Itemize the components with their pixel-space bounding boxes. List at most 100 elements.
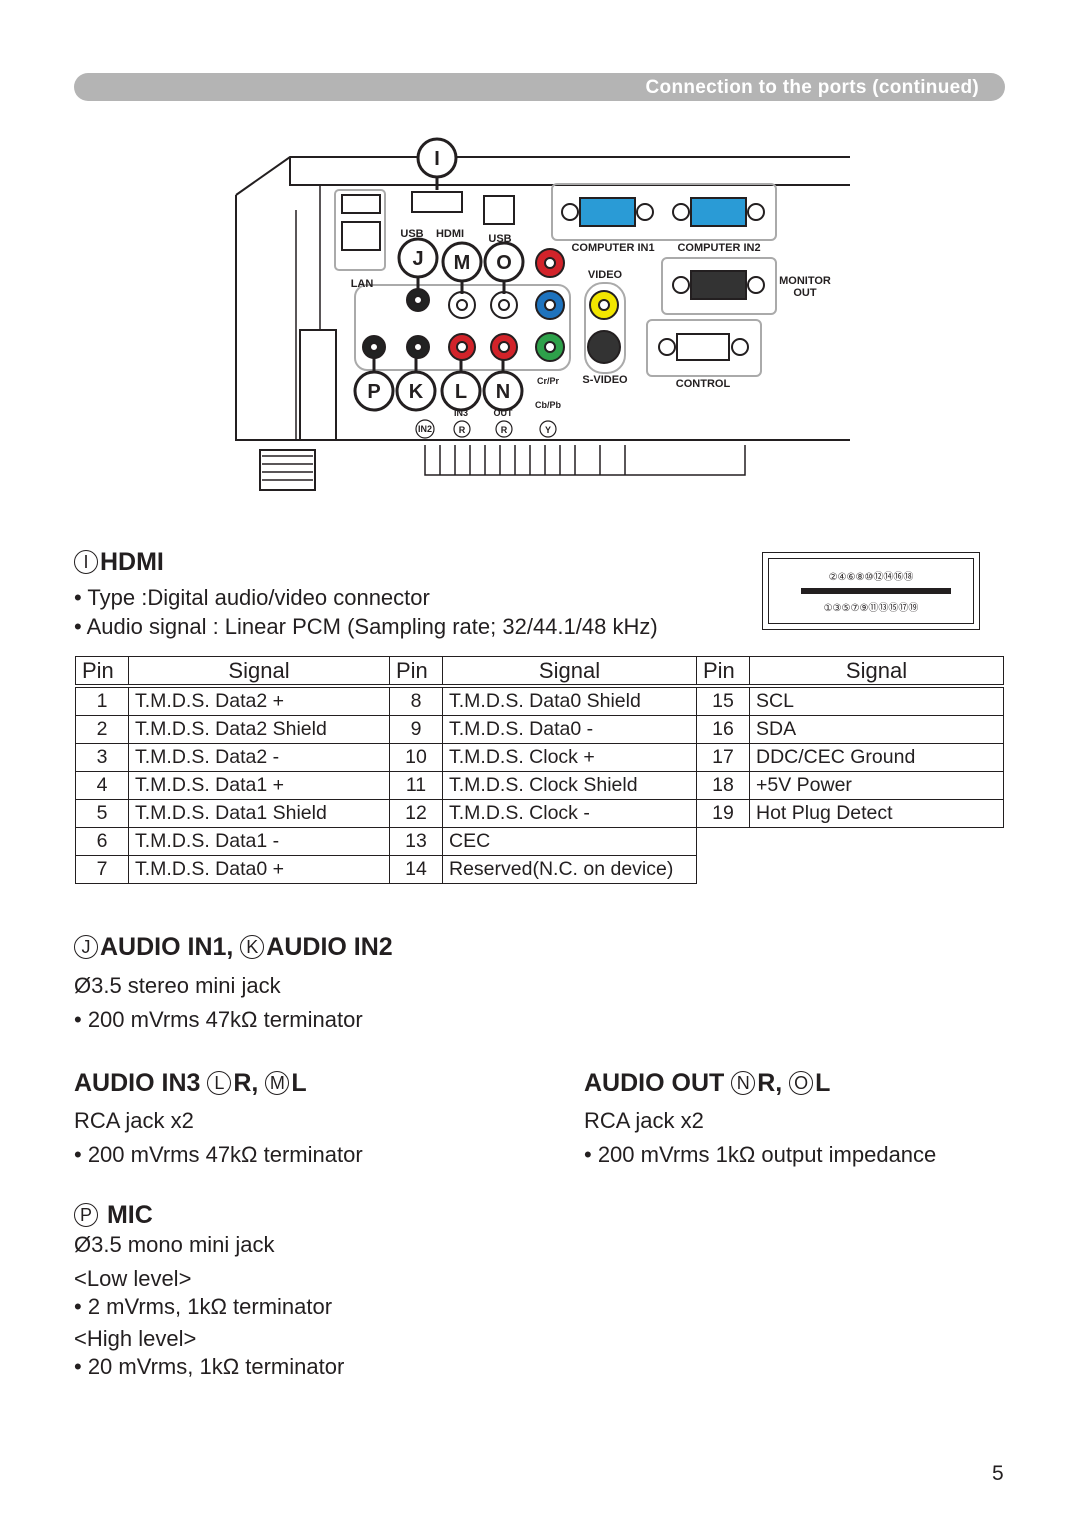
pin-cell xyxy=(697,828,750,856)
signal-cell: T.M.D.S. Data1 - xyxy=(128,827,390,856)
spec-line: • 200 mVrms 47kΩ terminator xyxy=(74,1142,363,1167)
mic-heading: P MIC xyxy=(74,1201,153,1230)
table-row: 7 T.M.D.S. Data0 +14 Reserved(N.C. on devi… xyxy=(75,855,1004,884)
lan-port-icon xyxy=(341,221,381,251)
heading-text: AUDIO IN2 xyxy=(266,933,393,961)
hdmi-bullet: • Audio signal : Linear PCM (Sampling ra… xyxy=(74,614,658,639)
port-label: S-VIDEO xyxy=(582,374,628,386)
hdmi-bullet: • Type :Digital audio/video connector xyxy=(74,585,430,610)
signal-cell: +5V Power xyxy=(749,771,1004,800)
callout-letter: M xyxy=(265,1071,290,1095)
projector-rear-panel-diagram: I J M O P K L N USB HDMI USB LAN COMPUTE… xyxy=(235,137,850,491)
signal-cell: T.M.D.S. Data2 - xyxy=(128,743,390,772)
port-label: USB xyxy=(400,228,423,240)
table-row: 4 T.M.D.S. Data1 +11 T.M.D.S. Clock Shield… xyxy=(75,771,1004,800)
table-row: 6 T.M.D.S. Data1 -13 CEC xyxy=(75,827,1004,856)
callout-letter: J xyxy=(74,935,98,959)
pin-cell: 9 xyxy=(389,715,443,744)
signal-cell: T.M.D.S. Data0 + xyxy=(128,855,390,884)
heading-text: R, xyxy=(757,1069,790,1097)
section-header-bar: Connection to the ports (continued) xyxy=(74,73,1005,101)
pin-cell: 10 xyxy=(389,743,443,772)
callout-label: K xyxy=(409,381,424,403)
port-label: Cr/Pr xyxy=(537,376,560,386)
heading-text: R, xyxy=(233,1069,266,1097)
column-header: Signal xyxy=(442,656,697,688)
port-label: R xyxy=(459,425,466,435)
callout-label: L xyxy=(455,381,467,403)
heading-text: MIC xyxy=(100,1201,153,1229)
port-label: CONTROL xyxy=(676,378,731,390)
callout-letter: L xyxy=(207,1071,232,1095)
port-label: MONITOR xyxy=(779,275,831,287)
column-header: Signal xyxy=(128,656,390,688)
heading-text: L xyxy=(291,1069,307,1097)
pin-cell: 19 xyxy=(696,799,750,828)
page-number: 5 xyxy=(992,1462,1004,1485)
spec-line: • 2 mVrms, 1kΩ terminator xyxy=(74,1294,333,1319)
callout-letter: N xyxy=(731,1071,756,1095)
section-header-title: Connection to the ports (continued) xyxy=(645,77,979,98)
spec-line: <Low level> xyxy=(74,1266,192,1291)
signal-cell xyxy=(750,828,1004,856)
pin-numbers-bottom: ①③⑤⑦⑨⑪⑬⑮⑰⑲ xyxy=(823,603,919,614)
port-label: VIDEO xyxy=(588,269,623,281)
pin-cell: 7 xyxy=(75,855,129,884)
port-label: HDMI xyxy=(436,228,464,240)
hdmi-pin-table: Pin Signal Pin Signal Pin Signal 1 T.M.D.… xyxy=(75,656,1004,884)
column-header: Pin xyxy=(696,656,750,688)
hdmi-connector-pinout-icon: ②④⑥⑧⑩⑫⑭⑯⑱ ①③⑤⑦⑨⑪⑬⑮⑰⑲ xyxy=(762,552,980,630)
spec-line: • 200 mVrms 1kΩ output impedance xyxy=(584,1142,937,1167)
signal-cell: DDC/CEC Ground xyxy=(749,743,1004,772)
pin-cell: 3 xyxy=(75,743,129,772)
vent-grille xyxy=(424,445,746,476)
spec-line: • 200 mVrms 47kΩ terminator xyxy=(74,1007,363,1032)
port-label: OUT xyxy=(494,408,514,418)
callout-letter: P xyxy=(74,1203,98,1227)
spec-line: RCA jack x2 xyxy=(74,1108,194,1133)
spec-line: <High level> xyxy=(74,1326,197,1351)
signal-cell: T.M.D.S. Data2 Shield xyxy=(128,715,390,744)
callout-label: M xyxy=(454,252,471,274)
signal-cell: T.M.D.S. Clock - xyxy=(442,799,697,828)
hdmi-heading: I HDMI xyxy=(74,548,164,577)
pin-cell: 15 xyxy=(696,685,750,716)
pin-cell: 12 xyxy=(389,799,443,828)
usb-a-port-icon xyxy=(341,194,381,214)
heading-text: L xyxy=(815,1069,831,1097)
port-label: COMPUTER IN2 xyxy=(677,242,760,254)
callout-letter: O xyxy=(789,1071,814,1095)
signal-cell: Reserved(N.C. on device) xyxy=(442,855,697,884)
callout-letter: I xyxy=(74,550,98,574)
port-label: COMPUTER IN1 xyxy=(571,242,654,254)
heading-text: AUDIO IN1, xyxy=(100,933,241,961)
port-label: R xyxy=(501,425,508,435)
heading-text: AUDIO OUT xyxy=(584,1069,732,1097)
port-label: IN3 xyxy=(454,408,468,418)
table-row: 2 T.M.D.S. Data2 Shield 9 T.M.D.S. Data0 -1… xyxy=(75,715,1004,744)
pin-cell: 2 xyxy=(75,715,129,744)
callout-label: J xyxy=(412,248,423,270)
signal-cell: T.M.D.S. Data1 Shield xyxy=(128,799,390,828)
port-label: OUT xyxy=(793,287,817,299)
audio-in1-in2-heading: J AUDIO IN1, K AUDIO IN2 xyxy=(74,933,393,962)
callout-label: P xyxy=(367,381,380,403)
spec-line: Ø3.5 stereo mini jack xyxy=(74,973,281,998)
pin-cell: 4 xyxy=(75,771,129,800)
heading-text: HDMI xyxy=(100,548,164,576)
port-label: IN2 xyxy=(418,424,432,434)
signal-cell: T.M.D.S. Data0 - xyxy=(442,715,697,744)
signal-cell xyxy=(750,856,1004,884)
port-label: Cb/Pb xyxy=(535,400,562,410)
pin-cell xyxy=(697,856,750,884)
signal-cell: SDA xyxy=(749,715,1004,744)
signal-cell: T.M.D.S. Data2 + xyxy=(128,685,390,716)
callout-label: I xyxy=(434,148,440,170)
spec-line: • 20 mVrms, 1kΩ terminator xyxy=(74,1354,345,1379)
pin-cell: 1 xyxy=(75,685,129,716)
port-label: USB xyxy=(488,233,511,245)
pin-numbers-top: ②④⑥⑧⑩⑫⑭⑯⑱ xyxy=(828,572,914,583)
pin-cell: 5 xyxy=(75,799,129,828)
pin-cell: 13 xyxy=(389,827,443,856)
signal-cell: Hot Plug Detect xyxy=(749,799,1004,828)
